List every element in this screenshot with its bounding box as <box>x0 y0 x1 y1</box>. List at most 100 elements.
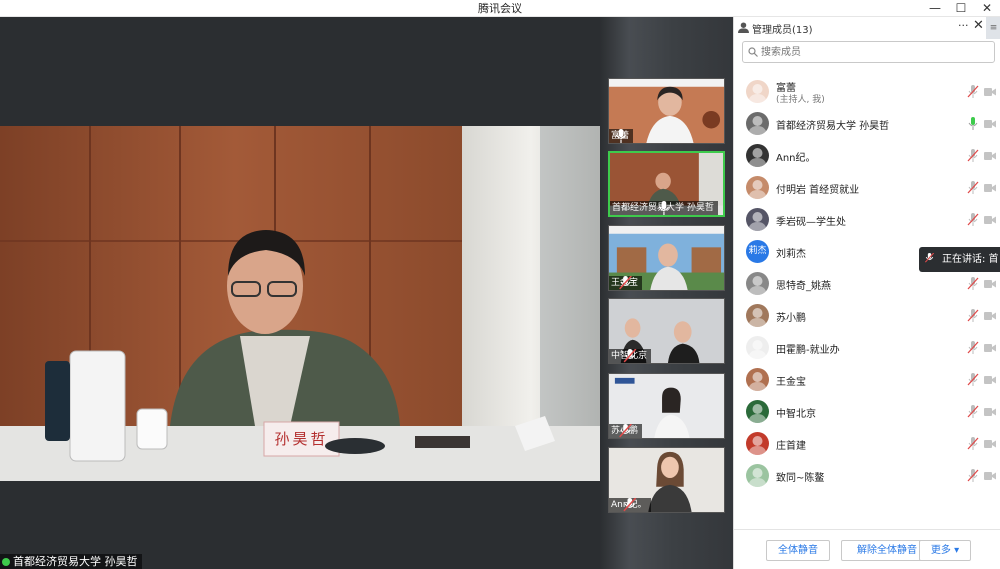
member-name: 思特奇_姚燕 <box>776 281 831 292</box>
camera-icon[interactable] <box>984 440 996 448</box>
close-panel-button[interactable]: ✕ <box>973 18 984 33</box>
member-name: 首都经济贸易大学 孙昊哲 <box>776 121 890 132</box>
avatar <box>746 432 769 455</box>
mic-muted-icon <box>619 276 632 290</box>
mic-muted-icon[interactable] <box>967 437 979 450</box>
more-options-button[interactable]: ··· <box>958 19 969 32</box>
member-row[interactable]: 庄首建 <box>734 427 1000 459</box>
camera-icon[interactable] <box>984 312 996 320</box>
video-thumbnail-active[interactable]: 首都经济贸易大学 孙昊哲 <box>608 151 725 217</box>
thumbnail-name-tag: 首都经济贸易大学 孙昊哲 <box>610 201 718 215</box>
mic-muted-icon[interactable] <box>967 341 979 354</box>
member-name: 王金宝 <box>776 377 806 388</box>
mic-muted-icon[interactable] <box>967 85 979 98</box>
member-name: 付明岩 首经贸就业 <box>776 185 860 196</box>
mic-muted-icon[interactable] <box>967 469 979 482</box>
member-row[interactable]: Ann纪。 <box>734 139 1000 171</box>
camera-icon[interactable] <box>984 184 996 192</box>
panel-menu-button[interactable]: ≡ <box>986 17 1000 39</box>
member-search-box[interactable] <box>742 41 995 63</box>
member-row[interactable]: 中智北京 <box>734 395 1000 427</box>
video-thumbnail[interactable]: 中智北京 <box>608 298 725 364</box>
camera-icon[interactable] <box>984 472 996 480</box>
avatar <box>746 80 769 103</box>
mic-muted-icon[interactable] <box>967 373 979 386</box>
member-row[interactable]: 富蕾 (主持人, 我) <box>734 75 1000 107</box>
avatar <box>746 144 769 167</box>
avatar <box>746 304 769 327</box>
member-name: 田霍鹏-就业办 <box>776 345 840 356</box>
avatar <box>746 400 769 423</box>
member-row[interactable]: 致同~陈鳌 <box>734 459 1000 491</box>
thumbnail-name-tag: 中智北京 <box>609 349 652 363</box>
avatar <box>746 208 769 231</box>
mic-muted-icon[interactable] <box>967 181 979 194</box>
member-row[interactable]: 苏小鹏 <box>734 299 1000 331</box>
mic-icon <box>615 129 627 143</box>
avatar: 莉杰 <box>746 240 769 263</box>
main-video[interactable]: 孙昊哲 <box>0 126 600 481</box>
member-role: (主持人, 我) <box>776 95 825 105</box>
mic-muted-icon <box>619 424 632 438</box>
more-button[interactable]: 更多 ▾ <box>919 540 971 561</box>
speaking-tooltip: 正在讲话: 首 <box>919 247 1000 272</box>
mic-muted-icon[interactable] <box>967 213 979 226</box>
thumbnail-name-tag: 富蕾 <box>609 129 634 143</box>
mic-icon <box>658 201 670 215</box>
thumbnail-name-tag: Ann纪。 <box>609 498 651 512</box>
avatar <box>746 464 769 487</box>
mic-muted-icon[interactable] <box>967 277 979 290</box>
maximize-button[interactable]: ☐ <box>948 0 974 17</box>
member-name: 庄首建 <box>776 441 806 452</box>
video-thumbnail[interactable]: Ann纪。 <box>608 447 725 513</box>
member-name: 苏小鹏 <box>776 313 806 324</box>
panel-header: 管理成员(13) ··· ✕ ≡ <box>734 17 1000 39</box>
close-button[interactable]: ✕ <box>974 0 1000 17</box>
user-icon <box>738 22 749 33</box>
main-speaker-label: 首都经济贸易大学 孙昊哲 <box>13 555 138 568</box>
camera-icon[interactable] <box>984 120 996 128</box>
members-panel: 管理成员(13) ··· ✕ ≡ 富蕾(主持人, 我) 首都经济贸易大学 孙昊哲 A… <box>733 17 1000 569</box>
meeting-window: 腾讯会议 — ☐ ✕ 孙昊哲 首都经济贸易大学 孙昊哲 首都经济贸易大学 孙昊哲… <box>0 0 1000 569</box>
member-row[interactable]: 付明岩 首经贸就业 <box>734 171 1000 203</box>
mic-muted-icon <box>623 498 637 512</box>
member-row[interactable]: 季岩砚—学生处 <box>734 203 1000 235</box>
panel-title: 管理成员(13) <box>752 25 813 36</box>
search-icon <box>748 47 758 57</box>
video-thumbnail-strip: 富蕾 首都经济贸易大学 孙昊哲 <box>600 17 733 569</box>
mic-active-icon[interactable] <box>967 117 979 130</box>
speaking-indicator-icon <box>2 558 10 566</box>
camera-icon[interactable] <box>984 344 996 352</box>
nameplate-text: 孙昊哲 <box>274 430 329 448</box>
member-name: 刘莉杰 <box>776 249 806 260</box>
mic-muted-icon[interactable] <box>967 405 979 418</box>
camera-icon[interactable] <box>984 408 996 416</box>
panel-footer: 全体静音 解除全体静音 更多 ▾ <box>734 529 1000 569</box>
minimize-button[interactable]: — <box>922 0 948 17</box>
video-thumbnail[interactable]: 苏小鹏 <box>608 373 725 439</box>
avatar <box>746 272 769 295</box>
member-search-input[interactable] <box>761 43 991 61</box>
mic-muted-icon <box>623 349 637 363</box>
camera-icon[interactable] <box>984 280 996 288</box>
mic-muted-icon[interactable] <box>967 309 979 322</box>
camera-icon[interactable] <box>984 152 996 160</box>
thumbnail-name-tag: 苏小鹏 <box>609 424 643 438</box>
video-thumbnail[interactable]: 富蕾 <box>608 78 725 144</box>
mic-muted-icon <box>925 253 934 263</box>
camera-icon[interactable] <box>984 216 996 224</box>
member-row[interactable]: 田霍鹏-就业办 <box>734 331 1000 363</box>
member-name: 季岩砚—学生处 <box>776 217 846 228</box>
member-name: 致同~陈鳌 <box>776 473 825 484</box>
camera-icon[interactable] <box>984 88 996 96</box>
member-row[interactable]: 首都经济贸易大学 孙昊哲 <box>734 107 1000 139</box>
member-name: 中智北京 <box>776 409 816 420</box>
member-row[interactable]: 王金宝 <box>734 363 1000 395</box>
mute-all-button[interactable]: 全体静音 <box>766 540 830 561</box>
main-speaker-tag: 首都经济贸易大学 孙昊哲 <box>0 554 142 569</box>
avatar <box>746 112 769 135</box>
camera-icon[interactable] <box>984 376 996 384</box>
video-thumbnail[interactable]: 王金宝 <box>608 225 725 291</box>
avatar <box>746 176 769 199</box>
mic-muted-icon[interactable] <box>967 149 979 162</box>
